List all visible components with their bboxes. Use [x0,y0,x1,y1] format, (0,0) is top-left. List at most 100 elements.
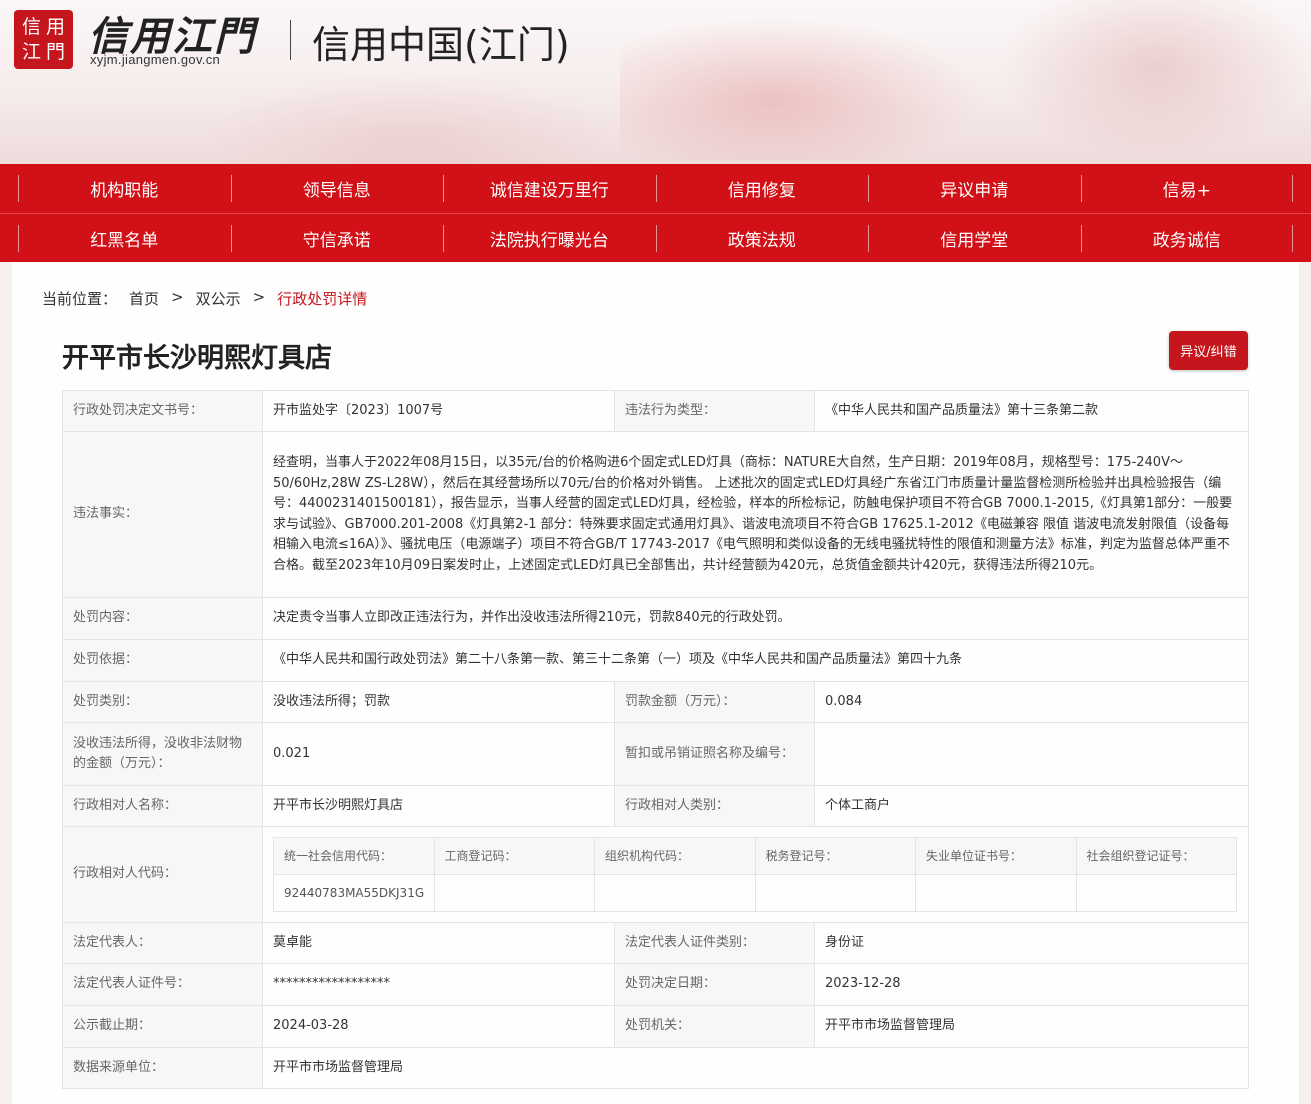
nav-item-policies[interactable]: 政策法规 [655,214,869,262]
code-header-uscc: 统一社会信用代码： [273,837,435,875]
nav-item-red-black-list[interactable]: 红黑名单 [18,214,231,262]
breadcrumb: 当前位置： 首页 > 双公示 > 行政处罚详情 [42,288,367,309]
party-type-label: 行政相对人类别： [614,785,815,827]
basis-value: 《中华人民共和国行政处罚法》第二十八条第一款、第三十二条第（一）项及《中华人民共… [262,639,1249,682]
seal-char: 江 [21,41,41,64]
nav-row-1: 机构职能 领导信息 诚信建设万里行 信用修复 异议申请 信易+ [0,164,1311,213]
breadcrumb-current: 行政处罚详情 [277,290,368,308]
breadcrumb-separator: > [252,288,266,306]
header-decoration [200,70,620,164]
table-row: 处罚依据： 《中华人民共和国行政处罚法》第二十八条第一款、第三十二条第（一）项及… [62,639,1249,682]
code-value-social-org-cert [1075,874,1237,912]
site-logo-seal[interactable]: 信 用 江 門 [14,10,73,69]
legal-rep-value: 莫卓能 [262,922,615,964]
code-value-org-code [594,874,756,912]
nav-item-commitment[interactable]: 守信承诺 [230,214,444,262]
category-value: 没收违法所得；罚款 [262,681,615,723]
table-row: 法定代表人： 莫卓能 法定代表人证件类别： 身份证 [62,922,1249,964]
nav-item-xinyi-plus[interactable]: 信易+ [1080,164,1294,213]
decision-date-value: 2023-12-28 [814,963,1249,1006]
authority-value: 开平市市场监督管理局 [814,1005,1249,1048]
codes-header-row: 统一社会信用代码： 工商登记码： 组织机构代码： 税务登记号： 失业单位证书号：… [273,837,1237,875]
main-nav: 机构职能 领导信息 诚信建设万里行 信用修复 异议申请 信易+ 红黑名单 守信承… [0,164,1311,262]
table-row: 违法事实： 经查明，当事人于2022年08月15日，以35元/台的价格购进6个固… [62,431,1249,598]
table-row: 没收违法所得，没收非法财物的金额（万元）： 0.021 暂扣或吊销证照名称及编号… [62,722,1249,786]
company-title: 开平市长沙明熙灯具店 [62,343,332,374]
license-label: 暂扣或吊销证照名称及编号： [614,722,815,786]
authority-label: 处罚机关： [614,1005,815,1048]
party-type-value: 个体工商户 [814,785,1249,827]
confiscated-label: 没收违法所得，没收非法财物的金额（万元）： [62,722,263,786]
violation-type-value: 《中华人民共和国产品质量法》第十三条第二款 [814,390,1249,432]
content-panel: 当前位置： 首页 > 双公示 > 行政处罚详情 开平市长沙明熙灯具店 异议/纠错… [12,262,1299,1104]
code-header-unemployment-cert: 失业单位证书号： [915,837,1077,875]
breadcrumb-home[interactable]: 首页 [129,288,159,309]
id-no-value: ****************** [262,963,615,1006]
nav-item-credit-school[interactable]: 信用学堂 [868,214,1081,262]
nav-item-leadership[interactable]: 领导信息 [230,164,444,213]
nav-item-integrity-campaign[interactable]: 诚信建设万里行 [443,164,656,213]
table-row: 行政处罚决定文书号： 开市监处字〔2023〕1007号 违法行为类型： 《中华人… [62,390,1249,432]
category-label: 处罚类别： [62,681,263,723]
code-header-org-code: 组织机构代码： [594,837,756,875]
id-type-value: 身份证 [814,922,1249,964]
codes-value-row: 92440783MA55DKJ31G [273,874,1237,912]
nav-item-credit-repair[interactable]: 信用修复 [655,164,869,213]
source-label: 数据来源单位： [62,1047,263,1089]
source-value: 开平市市场监督管理局 [262,1047,1249,1089]
facts-value: 经查明，当事人于2022年08月15日，以35元/台的价格购进6个固定式LED灯… [262,431,1249,598]
table-row: 处罚内容： 决定责令当事人立即改正违法行为，并作出没收违法所得210元，罚款84… [62,597,1249,640]
nav-item-org-functions[interactable]: 机构职能 [18,164,231,213]
decision-date-label: 处罚决定日期： [614,963,815,1006]
fine-label: 罚款金额（万元）： [614,681,815,723]
code-header-business-reg: 工商登记码： [433,837,595,875]
id-no-label: 法定代表人证件号： [62,963,263,1006]
content-label: 处罚内容： [62,597,263,640]
nav-row-2: 红黑名单 守信承诺 法院执行曝光台 政策法规 信用学堂 政务诚信 [0,213,1311,262]
code-value-tax-reg [754,874,916,912]
party-code-cell: 统一社会信用代码： 工商登记码： 组织机构代码： 税务登记号： 失业单位证书号：… [262,826,1249,923]
fine-value: 0.084 [814,681,1249,723]
site-header: 信 用 江 門 信用江門 xyjm.jiangmen.gov.cn 信用中国(江… [0,0,1311,164]
code-value-uscc: 92440783MA55DKJ31G [273,874,435,912]
nav-item-gov-integrity[interactable]: 政务诚信 [1080,214,1294,262]
brand-divider [290,20,291,60]
violation-type-label: 违法行为类型： [614,390,815,432]
party-code-label: 行政相对人代码： [62,826,263,923]
brand-url: xyjm.jiangmen.gov.cn [90,52,221,67]
seal-char: 信 [21,15,41,38]
party-codes-table: 统一社会信用代码： 工商登记码： 组织机构代码： 税务登记号： 失业单位证书号：… [273,837,1237,912]
table-row: 公示截止期： 2024-03-28 处罚机关： 开平市市场监督管理局 [62,1005,1249,1048]
breadcrumb-lead: 当前位置： [42,290,118,308]
party-name-value: 开平市长沙明熙灯具店 [262,785,615,827]
decision-no-value: 开市监处字〔2023〕1007号 [262,390,615,432]
breadcrumb-dual-publicity[interactable]: 双公示 [196,288,241,309]
seal-char: 門 [45,41,65,64]
code-header-social-org-cert: 社会组织登记证号： [1075,837,1237,875]
nav-item-objection[interactable]: 异议申请 [868,164,1081,213]
deadline-label: 公示截止期： [62,1005,263,1048]
table-row: 行政相对人名称： 开平市长沙明熙灯具店 行政相对人类别： 个体工商户 [62,785,1249,827]
party-name-label: 行政相对人名称： [62,785,263,827]
objection-button[interactable]: 异议/纠错 [1169,331,1248,370]
basis-label: 处罚依据： [62,639,263,682]
code-value-business-reg [433,874,595,912]
site-title: 信用中国(江门) [312,23,570,67]
nav-item-court-exposure[interactable]: 法院执行曝光台 [443,214,656,262]
legal-rep-label: 法定代表人： [62,922,263,964]
penalty-detail-table: 行政处罚决定文书号： 开市监处字〔2023〕1007号 违法行为类型： 《中华人… [62,390,1249,1089]
table-row: 法定代表人证件号： ****************** 处罚决定日期： 202… [62,963,1249,1006]
table-row: 处罚类别： 没收违法所得；罚款 罚款金额（万元）： 0.084 [62,681,1249,723]
id-type-label: 法定代表人证件类别： [614,922,815,964]
header-decoration [1000,0,1311,164]
breadcrumb-separator: > [171,288,184,306]
seal-char: 用 [45,15,65,38]
header-decoration [620,10,1000,160]
code-header-tax-reg: 税务登记号： [754,837,916,875]
license-value [814,722,1249,786]
facts-label: 违法事实： [62,431,263,598]
table-row: 行政相对人代码： 统一社会信用代码： 工商登记码： 组织机构代码： 税务登记号：… [62,826,1249,923]
decision-no-label: 行政处罚决定文书号： [62,390,263,432]
content-value: 决定责令当事人立即改正违法行为，并作出没收违法所得210元，罚款840元的行政处… [262,597,1249,640]
table-row: 数据来源单位： 开平市市场监督管理局 [62,1047,1249,1089]
